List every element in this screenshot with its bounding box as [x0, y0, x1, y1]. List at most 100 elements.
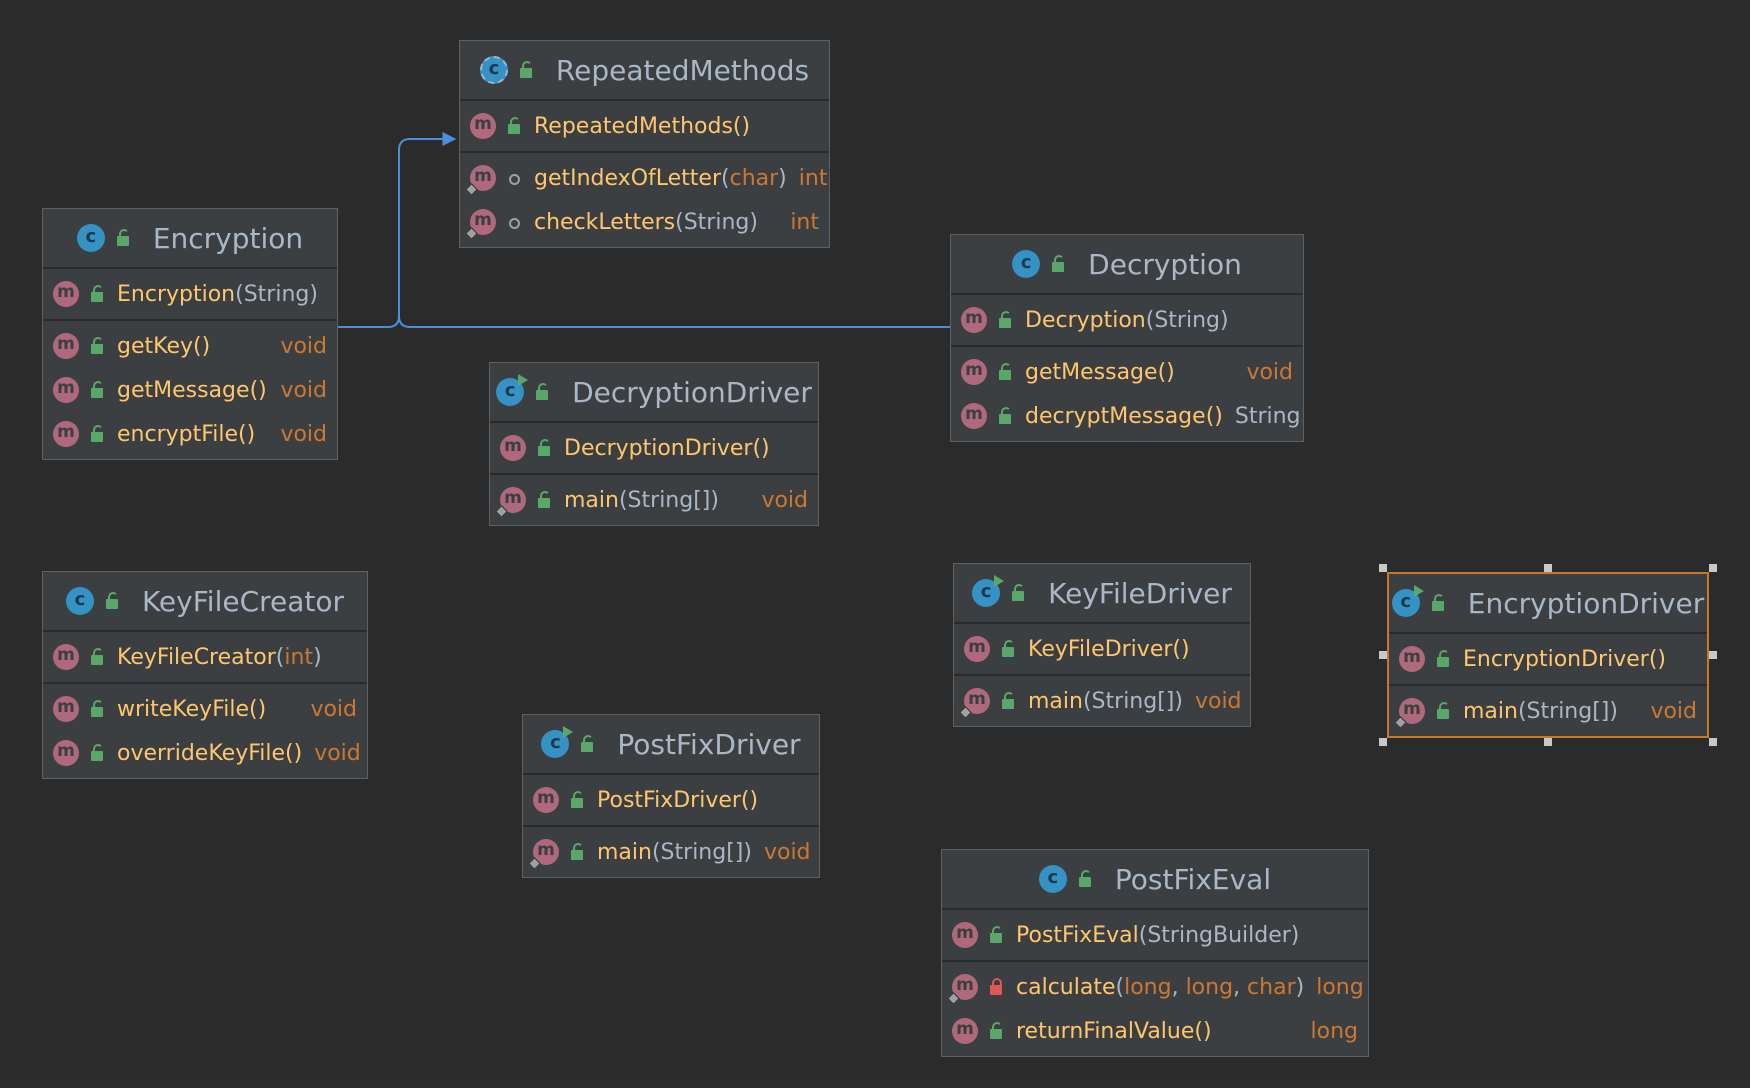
method-row[interactable]: m main (String[]) void: [1389, 689, 1707, 733]
method-params: (): [1172, 637, 1189, 662]
method-row[interactable]: m RepeatedMethods(): [460, 104, 829, 148]
param-token: (): [285, 740, 303, 766]
method-icon: m: [959, 688, 990, 719]
constructors-section: m Encryption (String): [43, 269, 337, 321]
public-visibility-icon: [115, 229, 131, 247]
method-icon: m: [961, 359, 987, 385]
class-header: c PostFixEval: [942, 850, 1368, 910]
class-node-decryptiondriver[interactable]: c DecryptionDriver m DecryptionDriver() m mai…: [489, 362, 819, 526]
return-type: void: [314, 740, 361, 766]
method-row[interactable]: m main (String[]) void: [490, 478, 818, 522]
resize-handle[interactable]: [1544, 564, 1552, 572]
method-row[interactable]: m EncryptionDriver(): [1389, 637, 1707, 681]
method-name: writeKeyFile: [117, 696, 250, 722]
resize-handle[interactable]: [1379, 651, 1387, 659]
param-token: (): [193, 333, 211, 359]
class-node-repeatedmethods[interactable]: c RepeatedMethods m RepeatedMethods() m getIn…: [459, 40, 830, 248]
method-name: DecryptionDriver: [564, 435, 753, 461]
class-node-postfixeval[interactable]: c PostFixEval m PostFixEval (StringBuilder) m…: [941, 849, 1369, 1057]
param-token: long: [1124, 974, 1172, 1000]
method-params: (): [1649, 647, 1666, 672]
param-token: (): [1648, 646, 1666, 672]
class-name: PostFixDriver: [617, 727, 801, 761]
class-node-keyfilecreator[interactable]: c KeyFileCreator m KeyFileCreator (int) m writ…: [42, 571, 368, 779]
method-row[interactable]: m DecryptionDriver(): [490, 426, 818, 470]
method-row[interactable]: m encryptFile() void: [43, 412, 337, 456]
resize-handle[interactable]: [1709, 738, 1717, 746]
abstract-class-icon: c: [479, 56, 508, 84]
method-row[interactable]: m Encryption (String): [43, 272, 337, 316]
method-icon: m: [528, 839, 559, 870]
methods-section: m main (String[]) void: [1389, 686, 1707, 736]
inheritance-edge-decryption[interactable]: [398, 315, 950, 328]
method-name: getMessage: [1025, 359, 1158, 385]
public-visibility-icon: [89, 285, 105, 303]
method-row[interactable]: m getKey() void: [43, 324, 337, 368]
resize-handle[interactable]: [1379, 564, 1387, 572]
method-row[interactable]: m decryptMessage() String: [951, 394, 1303, 438]
method-row[interactable]: m checkLetters (String) int: [460, 200, 829, 244]
resize-handle[interactable]: [1379, 738, 1387, 746]
method-icon: m: [952, 1018, 978, 1044]
uml-diagram-canvas[interactable]: c RepeatedMethods m RepeatedMethods() m getIn…: [0, 0, 1750, 1088]
public-visibility-icon: [536, 439, 552, 457]
method-row[interactable]: m writeKeyFile() void: [43, 687, 367, 731]
public-visibility-icon: [1050, 255, 1066, 273]
method-name: getMessage: [117, 377, 250, 403]
method-row[interactable]: m returnFinalValue() long: [942, 1009, 1368, 1053]
resize-handle[interactable]: [1709, 564, 1717, 572]
method-row[interactable]: m PostFixEval (StringBuilder): [942, 913, 1368, 957]
class-header: c DecryptionDriver: [490, 363, 818, 423]
public-visibility-icon: [89, 381, 105, 399]
method-row[interactable]: m getIndexOfLetter (char) int: [460, 156, 829, 200]
class-header: c PostFixDriver: [523, 715, 819, 775]
method-name: returnFinalValue: [1016, 1018, 1195, 1044]
class-node-encryption[interactable]: c Encryption m Encryption (String) m getKey() v…: [42, 208, 338, 460]
method-icon: m: [533, 787, 559, 813]
method-icon: m: [53, 281, 79, 307]
method-name: PostFixEval: [1016, 922, 1139, 948]
method-row[interactable]: m calculate (long, long, char) long: [942, 965, 1368, 1009]
method-row[interactable]: m main (String[]) void: [523, 830, 819, 874]
param-token: ): [778, 165, 787, 191]
constructors-section: m EncryptionDriver(): [1389, 634, 1707, 686]
public-visibility-icon: [1000, 640, 1016, 658]
param-token: ): [1295, 974, 1305, 1000]
public-visibility-icon: [1435, 650, 1451, 668]
method-name: KeyFileCreator: [117, 644, 276, 670]
method-row[interactable]: m KeyFileDriver(): [954, 627, 1250, 671]
method-row[interactable]: m getMessage() void: [951, 350, 1303, 394]
resize-handle[interactable]: [1709, 651, 1717, 659]
param-token: (): [238, 421, 256, 447]
return-type: void: [763, 839, 811, 865]
public-visibility-icon: [988, 1022, 1004, 1040]
method-row[interactable]: m PostFixDriver(): [523, 778, 819, 822]
method-row[interactable]: m getMessage() void: [43, 368, 337, 412]
edge-layer: [338, 132, 950, 328]
inheritance-edge-encryption[interactable]: [338, 132, 457, 328]
constructors-section: m KeyFileDriver(): [954, 624, 1250, 676]
param-token: (): [732, 113, 751, 139]
class-node-encryptiondriver[interactable]: c EncryptionDriver m EncryptionDriver() m mai…: [1387, 572, 1709, 738]
class-node-keyfiledriver[interactable]: c KeyFileDriver m KeyFileDriver() m main (Stri…: [953, 563, 1251, 727]
public-visibility-icon: [89, 744, 105, 762]
class-icon: c: [1038, 865, 1067, 893]
public-visibility-icon: [579, 735, 595, 753]
param-token: (String): [235, 281, 318, 307]
class-header: c Encryption: [43, 209, 337, 269]
method-name: checkLetters: [534, 209, 676, 235]
methods-section: m getKey() void m getMessage() void m encryptFi…: [43, 321, 337, 459]
method-params: (): [238, 422, 255, 447]
method-row[interactable]: m overrideKeyFile() void: [43, 731, 367, 775]
method-row[interactable]: m main (String[]) void: [954, 679, 1250, 723]
return-type: long: [1316, 974, 1364, 1000]
class-node-decryption[interactable]: c Decryption m Decryption (String) m getMessag…: [950, 234, 1304, 442]
public-visibility-icon: [1010, 584, 1026, 602]
public-visibility-icon: [997, 311, 1013, 329]
methods-section: m getIndexOfLetter (char) int m checkLetters(…: [460, 153, 829, 247]
resize-handle[interactable]: [1544, 738, 1552, 746]
method-row[interactable]: m KeyFileCreator (int): [43, 635, 367, 679]
method-row[interactable]: m Decryption (String): [951, 298, 1303, 342]
class-node-postfixdriver[interactable]: c PostFixDriver m PostFixDriver() m main (Stri…: [522, 714, 820, 878]
param-token: (): [752, 435, 770, 461]
